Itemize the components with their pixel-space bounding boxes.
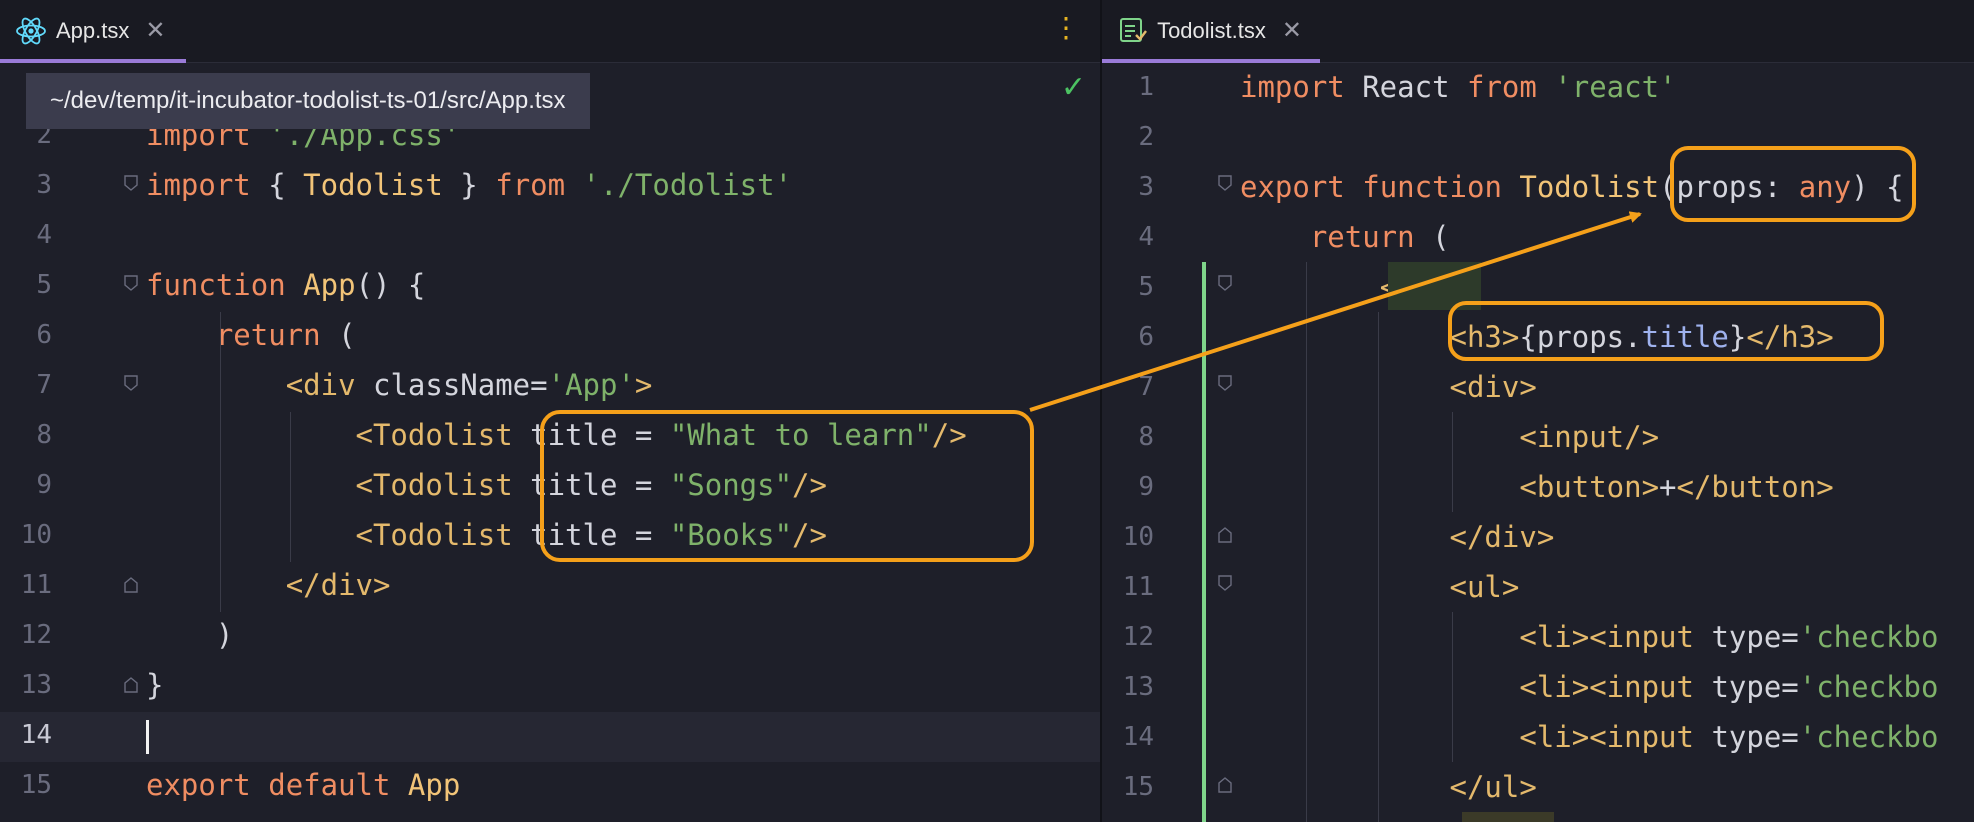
code-line: 6 return ( bbox=[0, 310, 1100, 360]
line-number: 14 bbox=[1122, 722, 1154, 752]
code-text: <li><input type='checkbo bbox=[1519, 720, 1939, 754]
code-line: 3 export function Todolist(props: any) { bbox=[1102, 162, 1974, 212]
line-number: 15 bbox=[1122, 772, 1154, 802]
editor-pane-left: App.tsx ✕ ⋮ ✓ ~/dev/temp/it-incubator-to… bbox=[0, 0, 1100, 822]
code-line: 8 <input/> bbox=[1102, 412, 1974, 462]
tab-active-indicator bbox=[0, 59, 186, 63]
line-number: 9 bbox=[1138, 472, 1154, 502]
code-line: 14 <li><input type='checkbo bbox=[1102, 712, 1974, 762]
tab-bar-right: Todolist.tsx ✕ bbox=[1102, 0, 1974, 63]
code-text: function App() { bbox=[146, 268, 426, 302]
code-line: 15 </ul> bbox=[1102, 762, 1974, 812]
code-line: 2 bbox=[1102, 112, 1974, 162]
file-path-tooltip: ~/dev/temp/it-incubator-todolist-ts-01/s… bbox=[26, 73, 590, 129]
code-text: } bbox=[146, 668, 164, 702]
code-text: </ul> bbox=[1449, 770, 1537, 804]
code-line: 10 <Todolist title = "Books"/> bbox=[0, 510, 1100, 560]
code-text: </div> bbox=[285, 568, 391, 602]
code-text: <li><input type='checkbo bbox=[1519, 620, 1939, 654]
line-number: 12 bbox=[20, 620, 52, 650]
close-icon[interactable]: ✕ bbox=[145, 19, 165, 43]
code-text: import { Todolist } from './Todolist' bbox=[146, 168, 793, 202]
line-number: 2 bbox=[1138, 122, 1154, 152]
code-text: <ul> bbox=[1449, 570, 1520, 604]
line-number: 8 bbox=[1138, 422, 1154, 452]
code-text: export default App bbox=[146, 768, 461, 802]
code-line: 3 import { Todolist } from './Todolist' bbox=[0, 160, 1100, 210]
line-number: 10 bbox=[1122, 522, 1154, 552]
tab-bar-left: App.tsx ✕ ⋮ bbox=[0, 0, 1100, 63]
code-text: <div className='App'> bbox=[285, 368, 653, 402]
line-number: 9 bbox=[36, 470, 52, 500]
line-number: 4 bbox=[1138, 222, 1154, 252]
code-text: return ( bbox=[215, 318, 356, 352]
code-line: 1 import React from 'react' bbox=[1102, 62, 1974, 112]
line-number: 8 bbox=[36, 420, 52, 450]
line-number: 3 bbox=[36, 170, 52, 200]
line-number: 11 bbox=[1122, 572, 1154, 602]
code-line: 8 <Todolist title = "What to learn"/> bbox=[0, 410, 1100, 460]
code-line: 11 <ul> bbox=[1102, 562, 1974, 612]
code-text: <div> bbox=[1449, 370, 1537, 404]
matching-tag-highlight bbox=[1388, 262, 1481, 310]
line-number: 13 bbox=[1122, 672, 1154, 702]
code-line: 13 <li><input type='checkbo bbox=[1102, 662, 1974, 712]
code-line: 7 <div> bbox=[1102, 362, 1974, 412]
line-number: 1 bbox=[1138, 72, 1154, 102]
code-text: <h3>{props.title}</h3> bbox=[1449, 320, 1834, 354]
code-line: 13 } bbox=[0, 660, 1100, 710]
todolist-file-icon bbox=[1116, 14, 1149, 48]
matching-tag-highlight bbox=[1462, 812, 1554, 822]
line-number: 5 bbox=[1138, 272, 1154, 302]
code-text: </div> bbox=[1449, 520, 1555, 554]
code-text: export function Todolist(props: any) { bbox=[1240, 170, 1904, 204]
line-number: 6 bbox=[1138, 322, 1154, 352]
line-number: 6 bbox=[36, 320, 52, 350]
code-text: <li><input type='checkbo bbox=[1519, 670, 1939, 704]
code-line: 10 </div> bbox=[1102, 512, 1974, 562]
code-line: 6 <h3>{props.title}</h3> bbox=[1102, 312, 1974, 362]
code-line: 4 bbox=[0, 210, 1100, 260]
code-line: 5 <div> bbox=[1102, 262, 1974, 312]
editor-pane-right: Todolist.tsx ✕ 1 import React from 'reac… bbox=[1102, 0, 1974, 822]
code-text: return ( bbox=[1309, 220, 1450, 254]
code-text: import React from 'react' bbox=[1240, 70, 1677, 104]
code-line: 12 <li><input type='checkbo bbox=[1102, 612, 1974, 662]
more-options-icon[interactable]: ⋮ bbox=[1052, 14, 1080, 42]
code-line: 5 function App() { bbox=[0, 260, 1100, 310]
line-number: 3 bbox=[1138, 172, 1154, 202]
line-number: 12 bbox=[1122, 622, 1154, 652]
line-number: 15 bbox=[20, 770, 52, 800]
close-icon[interactable]: ✕ bbox=[1282, 19, 1302, 43]
line-number: 14 bbox=[20, 720, 52, 750]
code-line: 14 bbox=[0, 710, 1100, 760]
code-line: 11 </div> bbox=[0, 560, 1100, 610]
tab-label: Todolist.tsx bbox=[1157, 18, 1266, 43]
line-number: 11 bbox=[20, 570, 52, 600]
code-text: ) bbox=[146, 618, 234, 652]
line-number: 5 bbox=[36, 270, 52, 300]
line-number: 7 bbox=[1138, 372, 1154, 402]
code-line: 9 <button>+</button> bbox=[1102, 462, 1974, 512]
code-line: 7 <div className='App'> bbox=[0, 360, 1100, 410]
tab-app-tsx[interactable]: App.tsx ✕ bbox=[0, 0, 186, 63]
code-text: <Todolist title = "Songs"/> bbox=[355, 468, 827, 502]
line-number: 10 bbox=[20, 520, 52, 550]
code-text: <button>+</button> bbox=[1519, 470, 1834, 504]
code-line: 9 <Todolist title = "Songs"/> bbox=[0, 460, 1100, 510]
line-number: 7 bbox=[36, 370, 52, 400]
code-line: 15 export default App bbox=[0, 760, 1100, 810]
code-text: <Todolist title = "Books"/> bbox=[355, 518, 827, 552]
tab-label: App.tsx bbox=[56, 18, 130, 43]
no-problems-check-icon[interactable]: ✓ bbox=[1061, 70, 1086, 105]
code-text: <input/> bbox=[1519, 420, 1660, 454]
tab-todolist-tsx[interactable]: Todolist.tsx ✕ bbox=[1102, 0, 1320, 63]
code-line: 12 ) bbox=[0, 610, 1100, 660]
line-number: 4 bbox=[36, 220, 52, 250]
line-number: 13 bbox=[20, 670, 52, 700]
react-atom-icon bbox=[14, 14, 48, 48]
code-text: <Todolist title = "What to learn"/> bbox=[355, 418, 967, 452]
vcs-change-marker[interactable] bbox=[1202, 262, 1206, 822]
code-line: 4 return ( bbox=[1102, 212, 1974, 262]
